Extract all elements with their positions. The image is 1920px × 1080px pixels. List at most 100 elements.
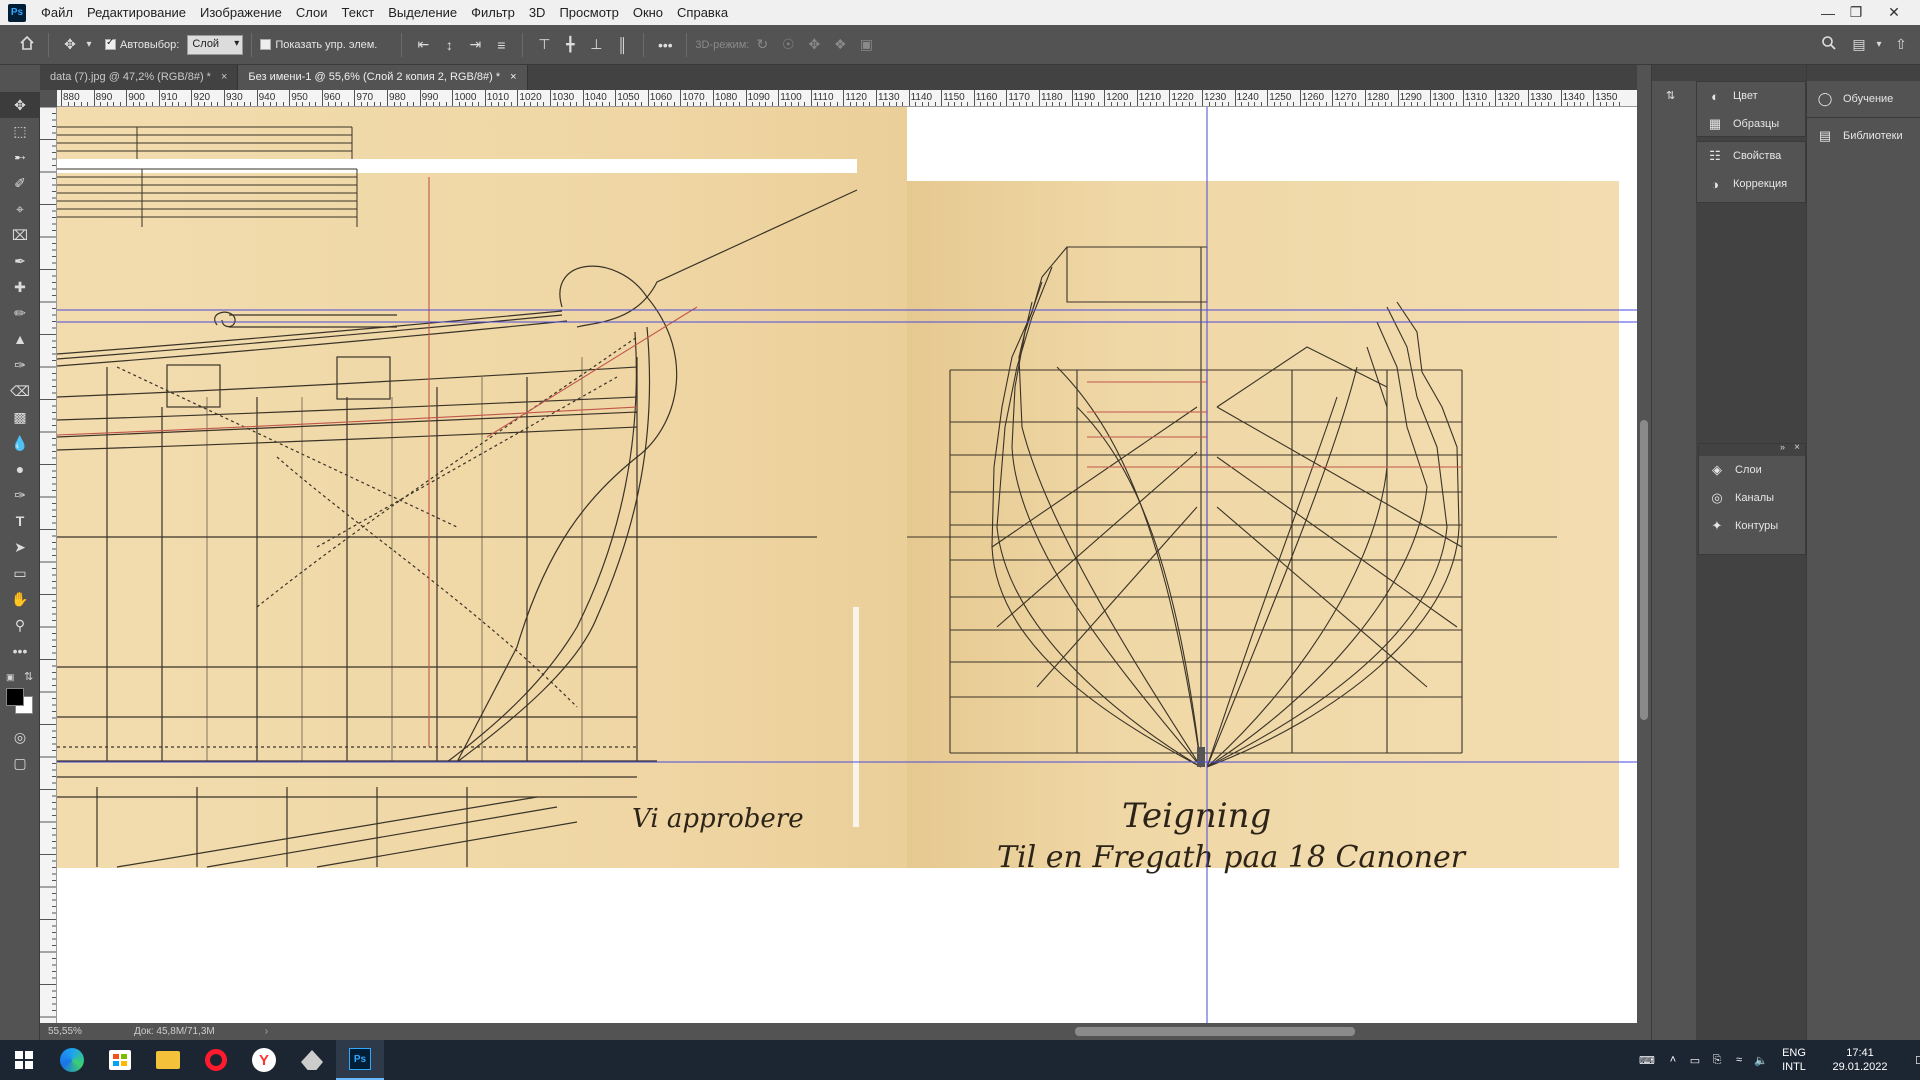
rectangle-tool-icon[interactable]: ▭	[0, 560, 40, 586]
crop-tool-icon[interactable]: ⌖	[0, 196, 40, 222]
collapse-bar[interactable]	[1652, 65, 1696, 81]
minimize-icon[interactable]: —	[1814, 0, 1842, 25]
collapse-bar[interactable]	[1696, 65, 1806, 81]
more-options-icon[interactable]: •••	[652, 37, 678, 53]
screen-mode-icon[interactable]: ▢	[0, 750, 40, 776]
expand-icon[interactable]: »	[1780, 442, 1785, 452]
lasso-tool-icon[interactable]: ➸	[0, 144, 40, 170]
distribute-v-icon[interactable]: ║	[609, 37, 635, 53]
windows-start-icon[interactable]	[0, 1040, 48, 1080]
zoom-tool-icon[interactable]: ⚲	[0, 612, 40, 638]
opera-browser-icon[interactable]	[192, 1040, 240, 1080]
clock[interactable]: 17:41 29.01.2022	[1820, 1046, 1900, 1074]
menu-edit[interactable]: Редактирование	[80, 0, 193, 25]
edit-toolbar-icon[interactable]: •••	[0, 638, 40, 664]
blur-tool-icon[interactable]: 💧	[0, 430, 40, 456]
vertical-ruler[interactable]	[40, 107, 57, 1023]
marquee-tool-icon[interactable]: ⬚	[0, 118, 40, 144]
panel-group-header[interactable]: » ×	[1699, 442, 1805, 456]
align-bottom-icon[interactable]: ⊥	[583, 36, 609, 53]
panel-learn[interactable]: ◯ Обучение	[1807, 85, 1920, 113]
tab-close-icon[interactable]: ×	[221, 65, 227, 90]
edge-browser-icon[interactable]	[48, 1040, 96, 1080]
panel-libraries[interactable]: ▤ Библиотеки	[1807, 122, 1920, 150]
panel-channels[interactable]: ◎ Каналы	[1699, 484, 1805, 512]
align-middle-v-icon[interactable]: ╋	[557, 36, 583, 53]
yandex-browser-icon[interactable]: Y	[240, 1040, 288, 1080]
tab-document-1[interactable]: data (7).jpg @ 47,2% (RGB/8#) * ×	[40, 65, 239, 90]
wifi-icon[interactable]: ≈	[1728, 1054, 1750, 1066]
align-right-icon[interactable]: ⇥	[462, 36, 488, 53]
hand-tool-icon[interactable]: ✋	[0, 586, 40, 612]
clone-stamp-tool-icon[interactable]: ▲	[0, 326, 40, 352]
foreground-color-swatch[interactable]	[6, 688, 24, 706]
path-selection-tool-icon[interactable]: ➤	[0, 534, 40, 560]
menu-help[interactable]: Справка	[670, 0, 735, 25]
gradient-tool-icon[interactable]: ▩	[0, 404, 40, 430]
default-colors-icon[interactable]: ▣	[6, 672, 15, 683]
share-icon[interactable]: ⇧	[1888, 36, 1914, 53]
eraser-tool-icon[interactable]: ⌫	[0, 378, 40, 404]
panel-paths[interactable]: ✦ Контуры	[1699, 512, 1805, 540]
battery-icon[interactable]: ▭	[1684, 1054, 1706, 1067]
keyboard-icon[interactable]: ⌨	[1632, 1054, 1662, 1067]
tab-close-icon[interactable]: ×	[510, 65, 516, 90]
move-tool-icon[interactable]: ✥	[57, 36, 83, 53]
chevron-down-icon[interactable]: ▾	[83, 39, 95, 50]
close-icon[interactable]: ×	[1794, 442, 1800, 453]
menu-filter[interactable]: Фильтр	[464, 0, 522, 25]
align-top-icon[interactable]: ⊤	[531, 36, 557, 53]
horizontal-ruler[interactable]: 880 890 900 910 920 930 940 950 960 970 980 990 1000…	[57, 90, 1637, 107]
dodge-tool-icon[interactable]: ●	[0, 456, 40, 482]
history-brush-tool-icon[interactable]: ✑	[0, 352, 40, 378]
vertical-scrollbar[interactable]	[1637, 90, 1651, 1024]
zoom-level[interactable]: 55,55%	[48, 1026, 128, 1037]
brush-tool-icon[interactable]: ✏	[0, 300, 40, 326]
notification-icon[interactable]: ☐2	[1900, 1054, 1920, 1067]
panel-properties[interactable]: ☷ Свойства	[1697, 142, 1805, 170]
frame-tool-icon[interactable]: ⌧	[0, 222, 40, 248]
usb-icon[interactable]: ⎘	[1706, 1054, 1728, 1067]
restore-icon[interactable]: ❐	[1842, 0, 1870, 25]
menu-window[interactable]: Окно	[626, 0, 670, 25]
align-left-icon[interactable]: ⇤	[410, 36, 436, 53]
menu-text[interactable]: Текст	[335, 0, 382, 25]
layer-select[interactable]: Слой	[187, 34, 244, 55]
close-icon[interactable]: ✕	[1880, 0, 1908, 25]
healing-brush-tool-icon[interactable]: ✚	[0, 274, 40, 300]
autoselect-checkbox[interactable]	[105, 37, 116, 50]
autoselect-option[interactable]: Автовыбор:	[105, 37, 179, 51]
language-indicator[interactable]: ENG INTL	[1772, 1046, 1816, 1074]
search-icon[interactable]	[1816, 35, 1842, 54]
quick-mask-icon[interactable]: ◎	[0, 724, 40, 750]
menu-file[interactable]: Файл	[34, 0, 80, 25]
eyedropper-tool-icon[interactable]: ✒	[0, 248, 40, 274]
panel-color[interactable]: ◐ Цвет	[1697, 82, 1805, 110]
inkscape-icon[interactable]	[288, 1040, 336, 1080]
photoshop-taskbar-icon[interactable]: Ps	[336, 1040, 384, 1080]
tab-document-2[interactable]: Без имени-1 @ 55,6% (Слой 2 копия 2, RGB…	[238, 65, 528, 90]
pen-tool-icon[interactable]: ✑	[0, 482, 40, 508]
store-icon[interactable]	[96, 1040, 144, 1080]
menu-image[interactable]: Изображение	[193, 0, 289, 25]
align-center-h-icon[interactable]: ↕	[436, 37, 462, 53]
menu-3d[interactable]: 3D	[522, 0, 553, 25]
menu-view[interactable]: Просмотр	[552, 0, 625, 25]
swap-colors-icon[interactable]: ⇅	[24, 670, 33, 683]
show-transform-checkbox[interactable]	[260, 39, 272, 50]
panel-layers[interactable]: ◈ Слои	[1699, 456, 1805, 484]
volume-icon[interactable]: 🔈	[1750, 1054, 1772, 1067]
quick-select-tool-icon[interactable]: ✐	[0, 170, 40, 196]
canvas[interactable]: Vi approbere Teigning Til en Fregath paa…	[57, 107, 1637, 1023]
panel-swatches[interactable]: ▦ Образцы	[1697, 110, 1805, 138]
show-transform-option[interactable]: Показать упр. элем.	[260, 39, 377, 51]
chevron-right-icon[interactable]: ›	[265, 1026, 268, 1037]
menu-layers[interactable]: Слои	[289, 0, 335, 25]
chevron-up-icon[interactable]: ˄	[1662, 1054, 1684, 1066]
panel-adjustments[interactable]: ◑ Коррекция	[1697, 170, 1805, 198]
horizontal-scrollbar[interactable]	[1075, 1027, 1355, 1036]
distribute-h-icon[interactable]: ≡	[488, 37, 514, 53]
file-explorer-icon[interactable]	[144, 1040, 192, 1080]
home-icon[interactable]	[14, 35, 40, 54]
collapse-bar[interactable]	[1807, 65, 1920, 81]
